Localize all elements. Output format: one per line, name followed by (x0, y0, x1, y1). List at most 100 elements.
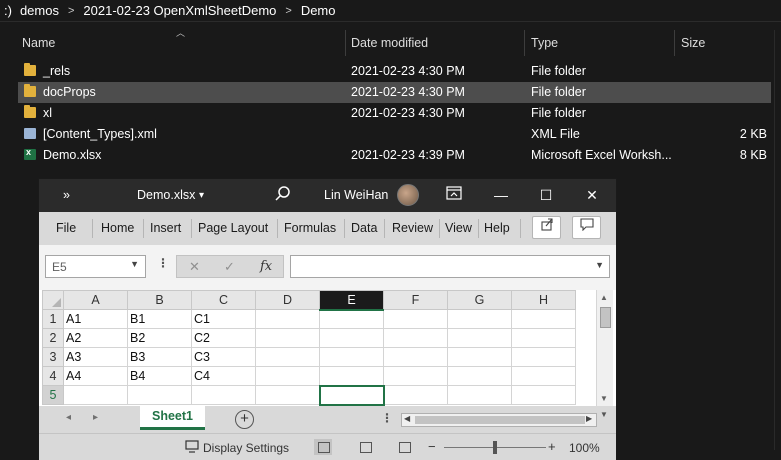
scroll-down-icon[interactable]: ▼ (600, 394, 608, 403)
display-settings-icon[interactable] (185, 440, 199, 456)
scroll-thumb[interactable] (600, 307, 611, 328)
file-row-docprops[interactable]: docProps 2021-02-23 4:30 PM File folder (18, 82, 771, 103)
zoom-level[interactable]: 100% (569, 441, 600, 455)
insert-function-icon[interactable]: fx (260, 259, 272, 274)
breadcrumb-separator-icon[interactable]: > (280, 5, 296, 17)
zoom-in-button[interactable]: + (548, 439, 556, 454)
column-header-a[interactable]: A (63, 290, 128, 310)
tab-formulas[interactable]: Formulas (284, 221, 336, 235)
normal-view-icon[interactable] (314, 439, 332, 455)
avatar[interactable] (397, 184, 419, 206)
cell[interactable] (319, 347, 384, 367)
selected-cell[interactable] (318, 384, 385, 406)
cell[interactable] (319, 309, 384, 329)
scroll-right-icon[interactable]: ▶ (586, 414, 592, 423)
column-divider[interactable] (345, 30, 346, 56)
display-settings-button[interactable]: Display Settings (203, 441, 289, 455)
expand-formula-bar-icon[interactable]: ▼ (595, 260, 604, 270)
column-header-d[interactable]: D (255, 290, 320, 310)
cell[interactable] (511, 309, 576, 329)
page-break-preview-icon[interactable] (395, 439, 413, 455)
search-icon[interactable] (274, 185, 292, 206)
comments-button[interactable] (572, 216, 601, 239)
maximize-button[interactable]: ☐ (536, 185, 556, 205)
cell[interactable]: B1 (127, 309, 192, 329)
cell[interactable]: A1 (63, 309, 128, 329)
cell[interactable] (447, 385, 512, 405)
cell[interactable] (319, 366, 384, 386)
cell[interactable] (511, 385, 576, 405)
tab-home[interactable]: Home (101, 221, 134, 235)
row-header[interactable]: 5 (42, 385, 64, 405)
ribbon-display-options-icon[interactable] (446, 186, 462, 203)
formula-input[interactable]: ▼ (290, 255, 610, 278)
tab-view[interactable]: View (445, 221, 472, 235)
cell[interactable]: B4 (127, 366, 192, 386)
close-button[interactable]: ✕ (582, 185, 602, 205)
column-header-g[interactable]: G (447, 290, 512, 310)
breadcrumb-demo[interactable]: Demo (297, 3, 340, 18)
tab-file[interactable]: File (56, 221, 76, 235)
scroll-left-icon[interactable]: ◀ (404, 414, 410, 423)
document-title[interactable]: Demo.xlsx (137, 188, 195, 202)
column-header-f[interactable]: F (383, 290, 448, 310)
cell[interactable]: C3 (191, 347, 256, 367)
share-button[interactable] (532, 216, 561, 239)
column-divider[interactable] (524, 30, 525, 56)
vertical-scrollbar[interactable]: ▲ ▼ (596, 290, 613, 406)
cell[interactable] (511, 347, 576, 367)
cell[interactable] (447, 328, 512, 348)
name-box[interactable]: E5 ▼ (45, 255, 146, 278)
quick-access-expand-icon[interactable]: » (63, 188, 70, 202)
column-header-c[interactable]: C (191, 290, 256, 310)
cell[interactable] (447, 347, 512, 367)
column-header-type[interactable]: Type (531, 36, 558, 50)
cell[interactable] (383, 366, 448, 386)
cell[interactable]: B2 (127, 328, 192, 348)
cell[interactable] (255, 347, 320, 367)
breadcrumb-demos[interactable]: demos (16, 3, 63, 18)
cell[interactable] (255, 385, 320, 405)
scroll-up-icon[interactable]: ▲ (600, 293, 608, 302)
tab-data[interactable]: Data (351, 221, 377, 235)
cell[interactable] (383, 347, 448, 367)
column-header-e[interactable]: E (319, 290, 384, 311)
cell[interactable]: A3 (63, 347, 128, 367)
row-header[interactable]: 2 (42, 328, 64, 348)
cell[interactable] (383, 309, 448, 329)
zoom-slider-thumb[interactable] (493, 441, 497, 454)
cell[interactable]: C1 (191, 309, 256, 329)
tab-help[interactable]: Help (484, 221, 510, 235)
cell[interactable] (319, 328, 384, 348)
cell[interactable]: A4 (63, 366, 128, 386)
cell[interactable]: C2 (191, 328, 256, 348)
cell[interactable] (127, 385, 192, 405)
cell[interactable] (255, 309, 320, 329)
cell[interactable] (63, 385, 128, 405)
breadcrumb-root[interactable]: :) (0, 3, 16, 18)
cell[interactable] (255, 328, 320, 348)
page-layout-view-icon[interactable] (356, 439, 374, 455)
more-options-icon[interactable]: ⋮ (381, 411, 393, 425)
cell[interactable] (447, 309, 512, 329)
cell[interactable] (191, 385, 256, 405)
cell[interactable] (447, 366, 512, 386)
scroll-down-icon[interactable]: ▼ (600, 410, 608, 419)
sheet-tab-sheet1[interactable]: Sheet1 (140, 406, 205, 430)
cell[interactable] (511, 328, 576, 348)
column-header-b[interactable]: B (127, 290, 192, 310)
cell[interactable]: C4 (191, 366, 256, 386)
horizontal-scrollbar[interactable]: ◀ ▶ (401, 413, 597, 427)
chevron-down-icon[interactable]: ▼ (130, 259, 139, 269)
column-header-size[interactable]: Size (681, 36, 705, 50)
enter-icon[interactable]: ✓ (224, 259, 235, 275)
tab-review[interactable]: Review (392, 221, 433, 235)
cell[interactable]: A2 (63, 328, 128, 348)
column-divider[interactable] (674, 30, 675, 56)
file-row-demo-xlsx[interactable]: Demo.xlsx 2021-02-23 4:39 PM Microsoft E… (18, 145, 771, 166)
more-options-icon[interactable]: ⋮ (157, 256, 169, 270)
explorer-scrollbar[interactable] (774, 30, 775, 450)
column-header-date[interactable]: Date modified (351, 36, 428, 50)
column-header-name[interactable]: Name (22, 36, 55, 50)
cancel-icon[interactable]: ✕ (189, 259, 200, 275)
